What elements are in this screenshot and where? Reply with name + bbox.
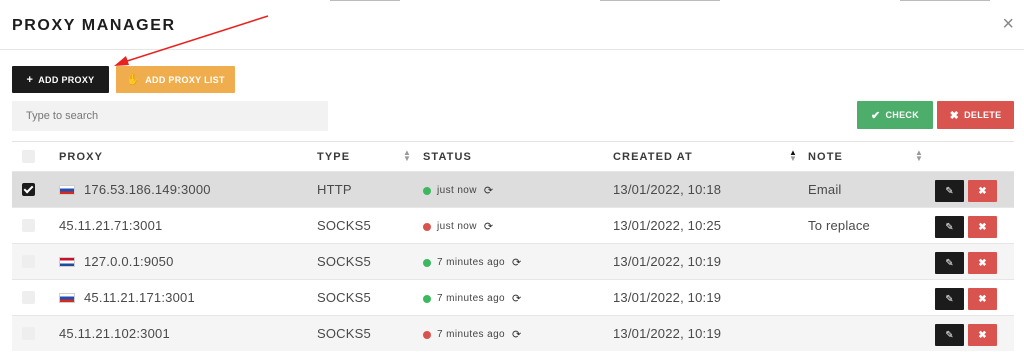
sort-note-icon[interactable]: ▲ ▼ [915, 149, 923, 163]
table-row[interactable]: 127.0.0.1:9050 SOCKS5 7 minutes ago ⟳ 13/01/… [12, 243, 1014, 279]
hand-icon: ✋ [126, 74, 141, 86]
note: To replace [808, 218, 870, 233]
netherlands-flag-icon [59, 257, 75, 267]
status-cell: 7 minutes ago ⟳ [423, 292, 522, 305]
checkmark-icon: ✔ [870, 109, 881, 122]
header-note[interactable]: NOTE [808, 151, 843, 163]
status-text: just now [437, 221, 477, 232]
close-icon: ✖ [978, 329, 987, 341]
pencil-icon: ✎ [945, 257, 954, 269]
pencil-icon: ✎ [945, 293, 954, 305]
close-icon: ✖ [978, 293, 987, 305]
created-at: 13/01/2022, 10:18 [613, 182, 722, 197]
refresh-icon[interactable]: ⟳ [484, 220, 494, 233]
header-status[interactable]: STATUS [423, 151, 472, 163]
row-checkbox[interactable] [22, 327, 35, 340]
remove-button[interactable]: ✖ [968, 252, 997, 274]
status-text: 7 minutes ago [437, 257, 506, 268]
status-dot [423, 186, 431, 195]
check-label: CHECK [885, 110, 920, 120]
refresh-icon[interactable]: ⟳ [512, 256, 522, 269]
proxy-type: SOCKS5 [317, 290, 371, 305]
table-row[interactable]: 45.11.21.71:3001 SOCKS5 just now ⟳ 13/01/202… [12, 207, 1014, 243]
add-proxy-label: ADD PROXY [38, 74, 95, 85]
sort-created-icon[interactable]: ▲ ▼ [789, 149, 797, 163]
remove-button[interactable]: ✖ [968, 288, 997, 310]
status-cell: just now ⟳ [423, 184, 494, 197]
proxy-type: SOCKS5 [317, 254, 371, 269]
delete-label: DELETE [964, 110, 1002, 120]
plus-icon: + [26, 73, 34, 86]
proxy-type: HTTP [317, 182, 352, 197]
proxy-address: 127.0.0.1:9050 [84, 254, 174, 269]
modal-header: PROXY MANAGER × [0, 0, 1024, 50]
check-button[interactable]: ✔ CHECK [857, 101, 933, 129]
proxy-address: 45.11.21.102:3001 [59, 326, 170, 341]
delete-button[interactable]: ✖ DELETE [937, 101, 1014, 129]
status-dot [423, 222, 431, 231]
table-row[interactable]: 45.11.21.171:3001 SOCKS5 7 minutes ago ⟳ 13/… [12, 279, 1014, 315]
edit-button[interactable]: ✎ [935, 324, 964, 346]
remove-button[interactable]: ✖ [968, 216, 997, 238]
add-proxy-list-label: ADD PROXY LIST [145, 74, 225, 85]
created-at: 13/01/2022, 10:19 [613, 326, 722, 341]
edit-button[interactable]: ✎ [935, 216, 964, 238]
refresh-icon[interactable]: ⟳ [484, 184, 494, 197]
refresh-icon[interactable]: ⟳ [512, 292, 522, 305]
proxy-address: 45.11.21.71:3001 [59, 218, 163, 233]
pencil-icon: ✎ [945, 185, 954, 197]
status-cell: 7 minutes ago ⟳ [423, 256, 522, 269]
proxy-type: SOCKS5 [317, 326, 371, 341]
header-created-at[interactable]: CREATED AT [613, 151, 693, 163]
add-proxy-button[interactable]: + ADD PROXY [12, 66, 109, 93]
pencil-icon: ✎ [945, 221, 954, 233]
sort-type-icon[interactable]: ▲ ▼ [403, 149, 411, 163]
close-icon: ✖ [978, 221, 987, 233]
note: Email [808, 182, 842, 197]
status-text: 7 minutes ago [437, 293, 506, 304]
row-checkbox[interactable] [22, 219, 35, 232]
remove-button[interactable]: ✖ [968, 324, 997, 346]
status-cell: 7 minutes ago ⟳ [423, 328, 522, 341]
proxy-address: 176.53.186.149:3000 [84, 182, 211, 197]
add-proxy-list-button[interactable]: ✋ ADD PROXY LIST [116, 66, 235, 93]
proxy-address: 45.11.21.171:3001 [84, 290, 195, 305]
close-icon: ✖ [978, 257, 987, 269]
close-icon: ✖ [978, 185, 987, 197]
close-icon[interactable]: × [1002, 14, 1014, 34]
search-input[interactable] [12, 101, 328, 131]
edit-button[interactable]: ✎ [935, 288, 964, 310]
row-checkbox[interactable] [22, 255, 35, 268]
refresh-icon[interactable]: ⟳ [512, 328, 522, 341]
pencil-icon: ✎ [945, 329, 954, 341]
status-cell: just now ⟳ [423, 220, 494, 233]
created-at: 13/01/2022, 10:19 [613, 254, 722, 269]
status-text: just now [437, 185, 477, 196]
edit-button[interactable]: ✎ [935, 252, 964, 274]
proxy-type: SOCKS5 [317, 218, 371, 233]
table-row[interactable]: 45.11.21.102:3001 SOCKS5 7 minutes ago ⟳ 13/… [12, 315, 1014, 351]
status-dot [423, 294, 431, 303]
header-type[interactable]: TYPE [317, 151, 350, 163]
status-dot [423, 330, 431, 339]
row-checkbox[interactable] [22, 291, 35, 304]
modal-title: PROXY MANAGER [12, 17, 176, 34]
russia-flag-icon [59, 185, 75, 195]
russia-flag-icon [59, 293, 75, 303]
table-header: PROXY TYPE ▲ ▼ STATUS CREATED AT ▲ ▼ NOTE … [12, 141, 1014, 171]
select-all-checkbox[interactable] [22, 150, 35, 163]
created-at: 13/01/2022, 10:25 [613, 218, 722, 233]
edit-button[interactable]: ✎ [935, 180, 964, 202]
created-at: 13/01/2022, 10:19 [613, 290, 722, 305]
row-checkbox[interactable] [22, 183, 35, 196]
header-proxy[interactable]: PROXY [59, 151, 103, 163]
status-dot [423, 258, 431, 267]
x-icon: ✖ [949, 109, 960, 122]
status-text: 7 minutes ago [437, 329, 506, 340]
table-row[interactable]: 176.53.186.149:3000 HTTP just now ⟳ 13/01/20… [12, 171, 1014, 207]
remove-button[interactable]: ✖ [968, 180, 997, 202]
